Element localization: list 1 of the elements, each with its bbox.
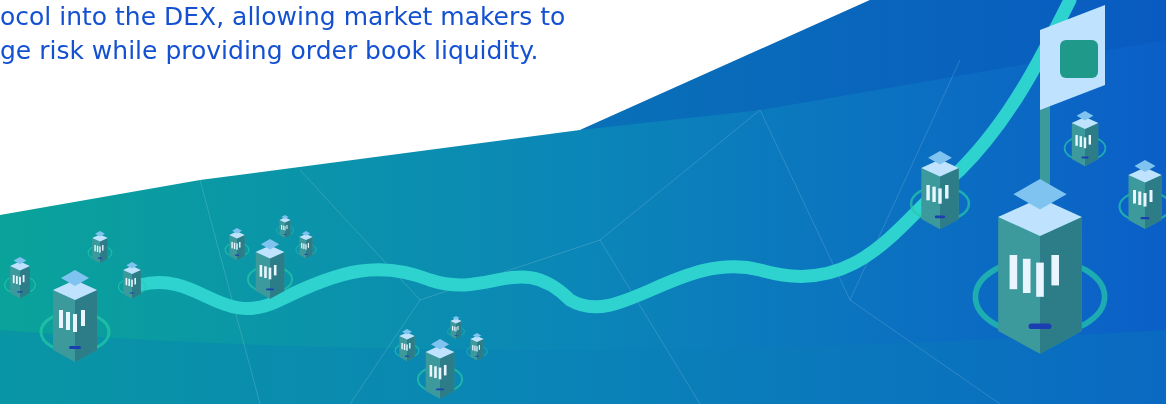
intro-paragraph: ocol into the DEX, allowing market makers to ge risk while providing order book liquidity. — [0, 1, 567, 67]
